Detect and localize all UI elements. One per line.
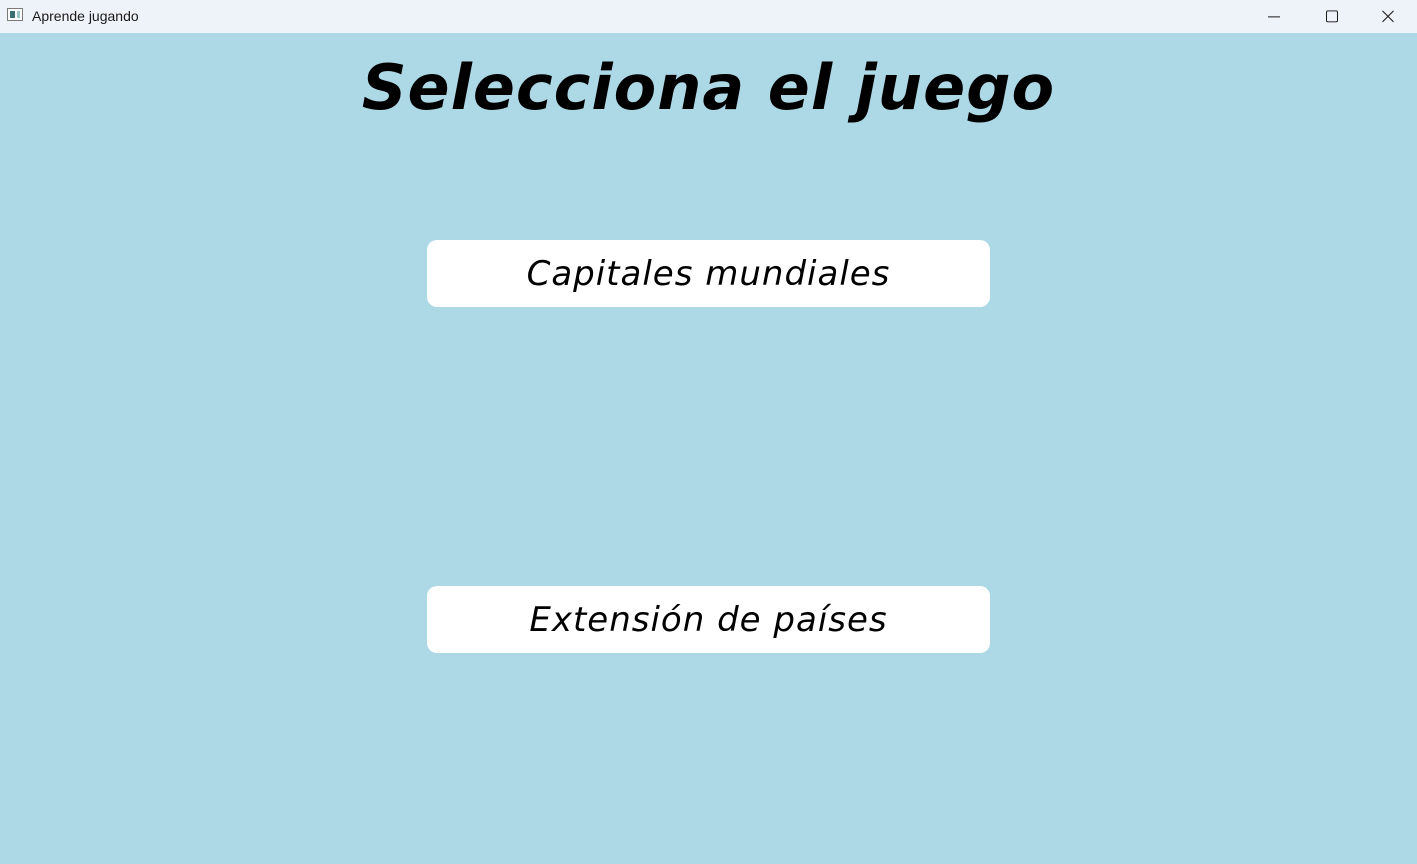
minimize-icon: [1268, 15, 1280, 17]
title-bar[interactable]: Aprende jugando: [0, 0, 1417, 33]
app-window: Aprende jugando Selecciona el juego Capi…: [0, 0, 1417, 864]
app-window-icon: [7, 8, 23, 21]
extension-de-paises-button[interactable]: Extensión de países: [427, 586, 990, 653]
extension-de-paises-label: Extensión de países: [529, 599, 888, 640]
window-title: Aprende jugando: [32, 8, 139, 24]
maximize-icon: [1326, 9, 1338, 22]
page-title: Selecciona el juego: [361, 51, 1056, 124]
capitales-mundiales-button[interactable]: Capitales mundiales: [427, 240, 990, 307]
close-button[interactable]: [1359, 0, 1417, 33]
close-icon: [1382, 10, 1394, 22]
minimize-button[interactable]: [1245, 0, 1303, 33]
capitales-mundiales-label: Capitales mundiales: [526, 253, 891, 294]
maximize-button[interactable]: [1303, 0, 1361, 33]
